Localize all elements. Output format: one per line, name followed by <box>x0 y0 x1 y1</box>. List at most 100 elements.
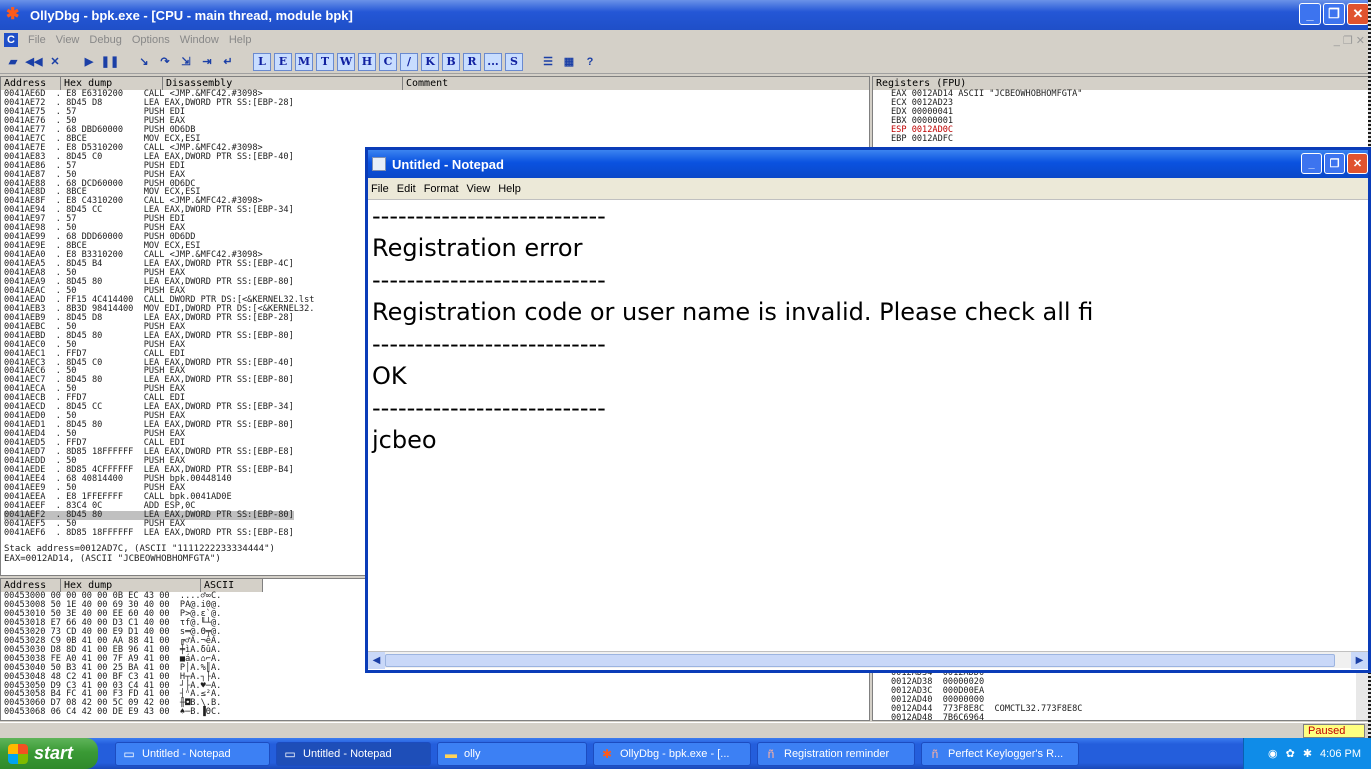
trace-over-icon[interactable]: ⇥ <box>198 53 216 71</box>
scroll-right-icon[interactable]: ▶ <box>1351 652 1368 669</box>
menu-options[interactable]: Options <box>132 34 170 46</box>
notepad-menubar: File Edit Format View Help <box>368 178 1368 200</box>
scroll-thumb[interactable] <box>385 654 1335 667</box>
toolbar-button-s[interactable]: S <box>505 52 523 71</box>
menu-debug[interactable]: Debug <box>89 34 121 46</box>
mdi-controls[interactable]: _ ❐ ✕ <box>1334 34 1365 47</box>
folder-icon: ▬ <box>445 747 457 761</box>
notepad-line: Registration error <box>372 234 583 262</box>
notepad-title-bar[interactable]: Untitled - Notepad _ ❐ ✕ <box>368 150 1368 178</box>
notepad-title: Untitled - Notepad <box>392 156 504 172</box>
notepad-minimize-button[interactable]: _ <box>1301 153 1322 174</box>
grid-icon[interactable]: ▦ <box>560 53 578 71</box>
notepad-menu-format[interactable]: Format <box>424 183 459 195</box>
stack-row[interactable]: 0012AD48 7B6C6964 <box>891 713 984 720</box>
notepad-menu-file[interactable]: File <box>371 183 389 195</box>
notepad-close-button[interactable]: ✕ <box>1347 153 1368 174</box>
toolbar-button-c[interactable]: C <box>379 52 397 71</box>
taskbar: start ▭ Untitled - Notepad ▭ Untitled - No… <box>0 738 1371 769</box>
tray-bluetooth-icon[interactable]: ✱ <box>1303 747 1312 760</box>
info-line-eax: EAX=0012AD14, (ASCII "JCBEOWHOBHOMFGTA") <box>4 554 221 564</box>
menu-window[interactable]: Window <box>180 34 219 46</box>
task-folder-olly[interactable]: ▬ olly <box>437 742 587 766</box>
task-label: olly <box>464 748 481 760</box>
toolbar-button-r[interactable]: R <box>463 52 481 71</box>
task-ollydbg[interactable]: ✱ OllyDbg - bpk.exe - [... <box>593 742 751 766</box>
menu-help[interactable]: Help <box>229 34 252 46</box>
cpu-window-icon: C <box>4 33 18 47</box>
toolbar-button-k[interactable]: K <box>421 52 439 71</box>
notepad-line: --------------------------- <box>372 266 606 294</box>
tray-app-icon[interactable]: ✿ <box>1286 747 1295 760</box>
toolbar-button-w[interactable]: W <box>337 52 355 71</box>
task-label: Untitled - Notepad <box>303 748 392 760</box>
toolbar-button-m[interactable]: M <box>295 52 313 71</box>
notepad-task-icon: ▭ <box>284 747 296 761</box>
scroll-left-icon[interactable]: ◀ <box>368 652 385 669</box>
run-icon[interactable]: ▶ <box>80 53 98 71</box>
system-tray: ◉ ✿ ✱ 4:06 PM <box>1243 738 1371 769</box>
app-task-icon: ñ <box>931 747 939 761</box>
status-paused: Paused <box>1303 724 1365 738</box>
start-button[interactable]: start <box>0 738 98 769</box>
task-label: OllyDbg - bpk.exe - [... <box>620 748 730 760</box>
clock[interactable]: 4:06 PM <box>1320 748 1361 760</box>
ollydbg-bug-icon: ✱ <box>6 6 20 23</box>
task-label: Registration reminder <box>784 748 890 760</box>
step-over-icon[interactable]: ↷ <box>156 53 174 71</box>
trace-into-icon[interactable]: ⇲ <box>177 53 195 71</box>
toolbar-button-l[interactable]: L <box>253 52 271 71</box>
task-registration-reminder[interactable]: ñ Registration reminder <box>757 742 915 766</box>
task-label: Perfect Keylogger's R... <box>948 748 1064 760</box>
status-bar: Paused <box>0 722 1371 738</box>
windows-flag-icon <box>8 743 28 764</box>
task-notepad-1[interactable]: ▭ Untitled - Notepad <box>115 742 270 766</box>
notepad-maximize-button[interactable]: ❐ <box>1324 153 1345 174</box>
toolbar-button-b[interactable]: B <box>442 52 460 71</box>
toolbar-button-slash[interactable]: / <box>400 52 418 71</box>
dump-row[interactable]: 00453068 06 C4 42 00 DE E9 43 00 ♠─B.▐ΘC… <box>4 708 221 717</box>
notepad-horizontal-scrollbar[interactable]: ◀ ▶ <box>368 651 1368 669</box>
notepad-line: --------------------------- <box>372 330 606 358</box>
ollydbg-task-icon: ✱ <box>601 747 613 761</box>
list-icon[interactable]: ☰ <box>539 53 557 71</box>
notepad-menu-view[interactable]: View <box>467 183 491 195</box>
ollydbg-menubar: C File View Debug Options Window Help _ … <box>0 30 1371 50</box>
notepad-line: Registration code or user name is invali… <box>372 298 1094 326</box>
menu-view[interactable]: View <box>56 34 80 46</box>
close-button[interactable]: ✕ <box>1347 3 1369 25</box>
notepad-line: OK <box>372 362 407 390</box>
maximize-button[interactable]: ❐ <box>1323 3 1345 25</box>
notepad-menu-edit[interactable]: Edit <box>397 183 416 195</box>
column-header-comment[interactable]: Comment <box>403 77 869 90</box>
notepad-line: jcbeo <box>372 426 437 454</box>
notepad-line: --------------------------- <box>372 202 606 230</box>
notepad-menu-help[interactable]: Help <box>498 183 521 195</box>
help-icon[interactable]: ? <box>581 53 599 71</box>
notepad-text-area[interactable]: --------------------------- Registration… <box>368 200 1368 640</box>
notepad-icon <box>372 157 386 171</box>
menu-file[interactable]: File <box>28 34 46 46</box>
close-program-icon[interactable]: ✕ <box>46 53 64 71</box>
register-ebp[interactable]: EBP 0012ADFC <box>891 135 953 144</box>
notepad-window[interactable]: Untitled - Notepad _ ❐ ✕ File Edit Forma… <box>365 147 1371 673</box>
task-perfect-keylogger[interactable]: ñ Perfect Keylogger's R... <box>921 742 1079 766</box>
ollydbg-title-bar[interactable]: ✱ OllyDbg - bpk.exe - [CPU - main thread… <box>0 0 1371 30</box>
step-into-icon[interactable]: ↘ <box>135 53 153 71</box>
tray-network-icon[interactable]: ◉ <box>1268 747 1278 760</box>
task-label: Untitled - Notepad <box>142 748 231 760</box>
toolbar-button-t[interactable]: T <box>316 52 334 71</box>
task-notepad-2[interactable]: ▭ Untitled - Notepad <box>276 742 431 766</box>
app-task-icon: ñ <box>767 747 775 761</box>
open-icon[interactable]: ▰ <box>4 53 22 71</box>
toolbar-button-e[interactable]: E <box>274 52 292 71</box>
execute-till-return-icon[interactable]: ↵ <box>219 53 237 71</box>
minimize-button[interactable]: _ <box>1299 3 1321 25</box>
start-label: start <box>34 743 74 763</box>
toolbar-button-h[interactable]: H <box>358 52 376 71</box>
toolbar-button-dots[interactable]: ... <box>484 52 502 71</box>
restart-icon[interactable]: ◀◀ <box>25 53 43 71</box>
info-line-stack: Stack address=0012AD7C, (ASCII "11112222… <box>4 544 275 554</box>
disassembly-row[interactable]: 0041AEF6 . 8D85 18FFFFFF LEA EAX,DWORD P… <box>4 528 294 538</box>
pause-icon[interactable]: ❚❚ <box>101 53 119 71</box>
